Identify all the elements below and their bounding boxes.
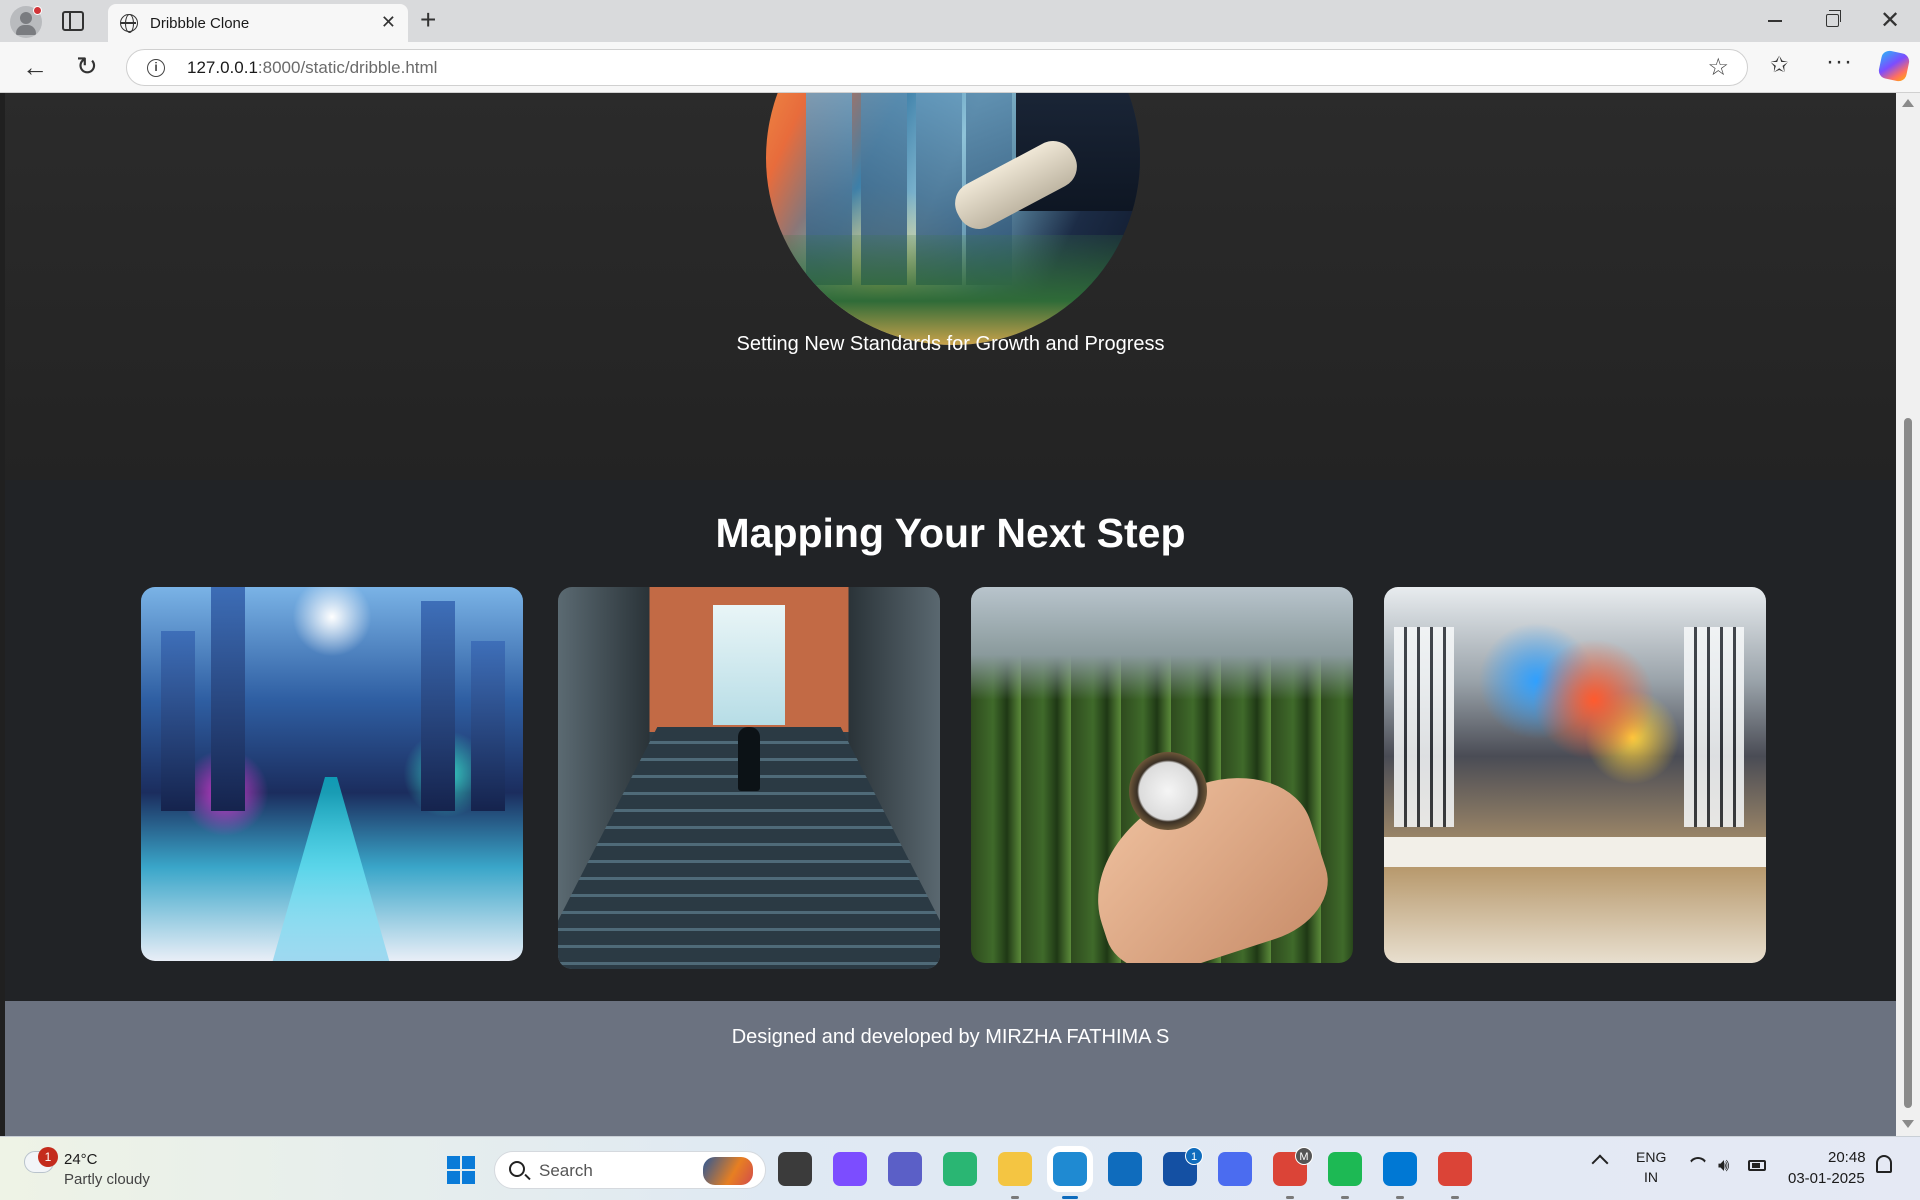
favorite-star-icon[interactable]: ☆ (1707, 53, 1729, 82)
taskbar-search-box[interactable]: Search (494, 1151, 766, 1189)
window-close-icon[interactable]: ✕ (1880, 6, 1900, 35)
compass-forest-image (971, 587, 1353, 963)
address-bar[interactable]: i 127.0.0.1:8000/static/dribble.html ☆ (126, 49, 1748, 86)
triangle-app-icon[interactable] (1218, 1152, 1252, 1186)
footer-credit: Designed and developed by MIRZHA FATHIMA… (731, 1026, 1170, 1048)
more-options-icon[interactable]: ··· (1826, 48, 1853, 76)
reload-icon[interactable]: ↻ (76, 51, 98, 82)
weather-description[interactable]: Partly cloudy (64, 1171, 150, 1188)
section-title: Mapping Your Next Step (715, 510, 1186, 556)
tab-dribbble-clone[interactable]: Dribbble Clone ✕ (108, 4, 408, 42)
circle-app-icon[interactable] (943, 1152, 977, 1186)
favorites-icon[interactable]: ✩ (1770, 52, 1788, 78)
running-indicator (1011, 1196, 1019, 1199)
close-tab-icon[interactable]: ✕ (381, 12, 396, 33)
search-label: Search (539, 1161, 593, 1180)
gallery-section: Mapping Your Next Step (5, 480, 1896, 1001)
creative-office-image (1384, 587, 1766, 963)
hero-caption: Setting New Standards for Growth and Pro… (736, 333, 1165, 355)
volume-icon[interactable]: 🔊︎ (1718, 1155, 1729, 1176)
file-manager-icon[interactable] (778, 1152, 812, 1186)
file-explorer-icon[interactable] (998, 1152, 1032, 1186)
tab-actions-icon[interactable] (62, 11, 84, 31)
notification-bell-icon[interactable] (1876, 1155, 1892, 1173)
weather-badge: 1 (38, 1147, 58, 1167)
restore-icon[interactable] (1826, 10, 1841, 27)
vscode-icon[interactable] (1383, 1152, 1417, 1186)
page-viewport: Setting New Standards for Growth and Pro… (5, 93, 1896, 1136)
url-path: :8000/static/dribble.html (257, 58, 438, 77)
browser-tab-bar: Dribbble Clone ✕ + ✕ (0, 0, 1920, 42)
clock-date[interactable]: 03-01-2025 (1788, 1170, 1865, 1187)
running-indicator (1062, 1196, 1078, 1199)
hero-section: Setting New Standards for Growth and Pro… (5, 93, 1896, 480)
store-icon[interactable] (1108, 1152, 1142, 1186)
running-indicator (1341, 1196, 1349, 1199)
scrollbar-thumb[interactable] (1904, 418, 1912, 1108)
l-app-badge: 1 (1185, 1147, 1203, 1165)
copilot-sidebar-icon[interactable] (1877, 49, 1911, 83)
clock-time[interactable]: 20:48 (1828, 1149, 1866, 1166)
url-host: 127.0.0.1 (187, 58, 258, 77)
wifi-icon[interactable] (1688, 1157, 1708, 1173)
running-indicator (1286, 1196, 1294, 1199)
windows-start-icon[interactable] (447, 1156, 475, 1184)
globe-icon (120, 14, 138, 33)
weather-temperature[interactable]: 24°C (64, 1151, 98, 1168)
input-language[interactable]: ENG (1636, 1149, 1666, 1165)
scroll-down-arrow-icon[interactable] (1902, 1120, 1914, 1128)
scroll-up-arrow-icon[interactable] (1902, 99, 1914, 107)
minimize-icon[interactable] (1768, 20, 1782, 22)
running-indicator (1396, 1196, 1404, 1199)
futuristic-city-image (141, 587, 523, 961)
back-arrow-icon[interactable]: ← (22, 52, 48, 83)
edge-icon[interactable] (1047, 1146, 1093, 1192)
show-hidden-icons-chevron-icon[interactable] (1591, 1154, 1609, 1172)
page-footer: Designed and developed by MIRZHA FATHIMA… (5, 1001, 1896, 1136)
profile-notification-dot (33, 6, 42, 15)
chrome-profile-badge: M (1295, 1147, 1313, 1165)
search-icon (509, 1161, 525, 1177)
staircase-doorway-image (558, 587, 940, 969)
search-highlight-icon (703, 1157, 753, 1185)
site-info-icon[interactable]: i (147, 59, 165, 77)
copilot-icon[interactable] (833, 1152, 867, 1186)
teams-icon[interactable] (888, 1152, 922, 1186)
page-scrollbar[interactable] (1896, 93, 1920, 1136)
hero-circle-image (766, 93, 1140, 345)
chrome-icon[interactable] (1438, 1152, 1472, 1186)
tab-title: Dribbble Clone (150, 15, 250, 32)
browser-toolbar: ← ↻ i 127.0.0.1:8000/static/dribble.html… (0, 42, 1920, 93)
running-indicator (1451, 1196, 1459, 1199)
spotify-icon[interactable] (1328, 1152, 1362, 1186)
windows-taskbar: 1 24°C Partly cloudy Search 1 M ENG IN 🔊︎… (0, 1136, 1920, 1200)
input-region[interactable]: IN (1644, 1169, 1658, 1185)
url-text[interactable]: 127.0.0.1:8000/static/dribble.html (187, 58, 437, 78)
battery-icon[interactable] (1748, 1160, 1766, 1171)
new-tab-icon[interactable]: + (420, 4, 436, 36)
